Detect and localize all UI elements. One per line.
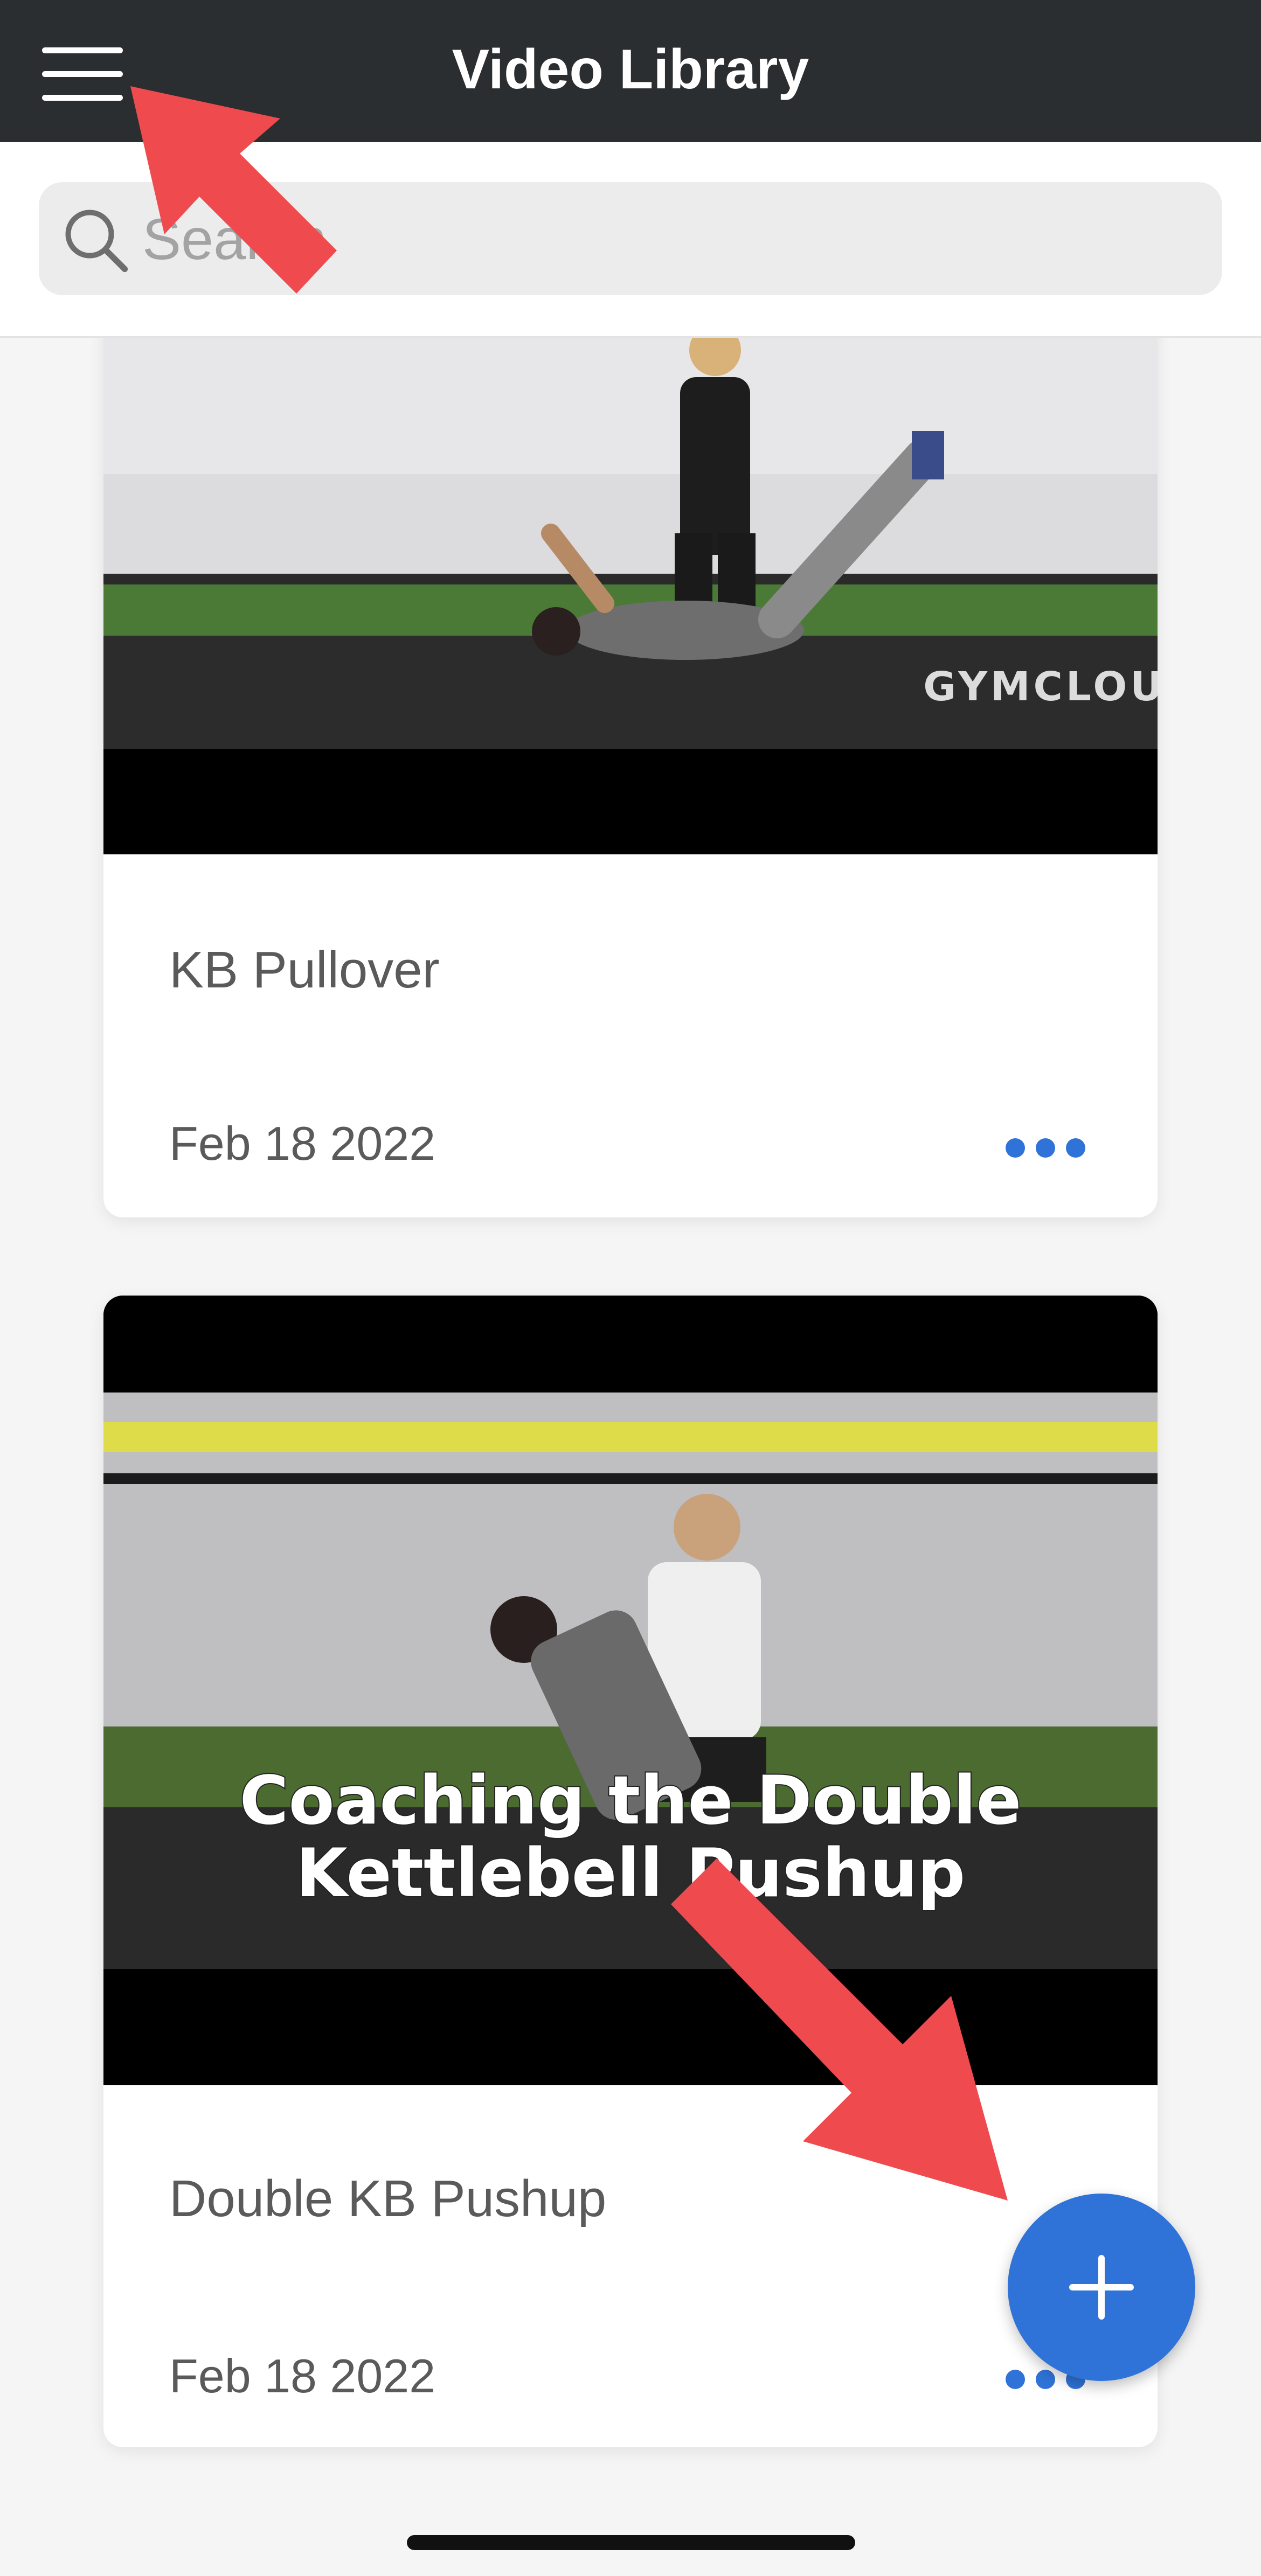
home-indicator[interactable] xyxy=(407,2535,855,2550)
plus-icon xyxy=(1069,2255,1134,2320)
annotation-arrow-icon xyxy=(671,1858,1008,2201)
video-date: Feb 18 2022 xyxy=(169,2349,436,2403)
video-title[interactable]: Double KB Pushup xyxy=(169,2169,606,2229)
video-thumbnail[interactable]: GYMCLOUD xyxy=(103,302,1158,854)
video-title[interactable]: KB Pullover xyxy=(169,941,440,1000)
more-horizontal-icon[interactable] xyxy=(1006,1138,1086,1160)
video-card[interactable]: GYMCLOUD KB Pullover Feb 18 2022 xyxy=(103,302,1158,1217)
svg-text:GYMCLOUD: GYMCLOUD xyxy=(923,664,1158,710)
search-icon xyxy=(65,210,128,273)
annotation-arrow-icon xyxy=(130,86,337,294)
video-date: Feb 18 2022 xyxy=(169,1117,436,1170)
video-library-screen: GYMCLOUD KB Pullover Feb 18 2022 xyxy=(0,0,1261,2576)
add-video-button[interactable] xyxy=(1008,2194,1195,2381)
thumbnail-caption-line1: Coaching the Double xyxy=(240,1762,1022,1840)
thumbnail-image-kb-pullover: GYMCLOUD xyxy=(103,302,1158,854)
